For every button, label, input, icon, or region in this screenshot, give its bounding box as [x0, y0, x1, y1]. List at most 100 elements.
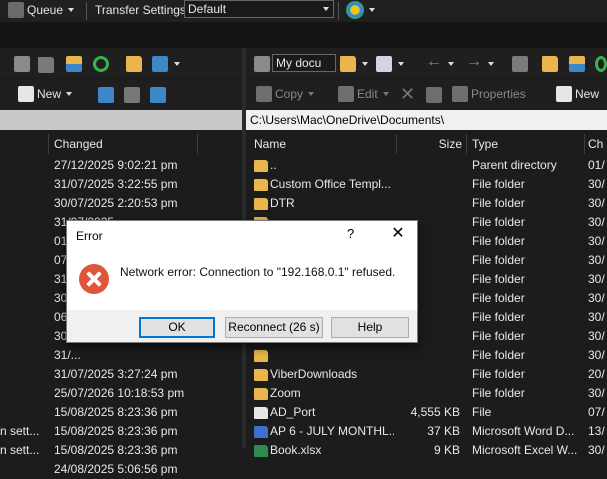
right-column-header: Name Size Type Ch [246, 134, 607, 154]
parent-directory-icon[interactable] [542, 56, 558, 72]
file-changed: 01/ [588, 158, 605, 172]
filter-icon[interactable] [14, 56, 30, 72]
type-column-header[interactable]: Type [472, 134, 498, 154]
home-icon[interactable] [66, 56, 82, 72]
ok-button[interactable]: OK [139, 317, 215, 338]
excel-doc-icon [254, 445, 268, 457]
file-changed: 15/08/2025 8:23:36 pm [54, 443, 178, 457]
new-file-icon [556, 86, 572, 102]
table-row[interactable]: Custom Office Templ... File folder 30/ [246, 175, 607, 194]
add-icon[interactable] [98, 87, 114, 103]
transfer-settings-label: Transfer Settings [95, 3, 186, 17]
properties-button[interactable]: Properties [452, 86, 526, 102]
table-row[interactable]: Zoom File folder 30/ [246, 384, 607, 403]
size-column-header[interactable]: Size [396, 134, 462, 154]
table-row[interactable]: 15/08/2025 8:23:36 pm [0, 403, 242, 422]
find-files-icon[interactable] [126, 56, 142, 72]
table-row[interactable]: n sett... 15/08/2025 8:23:36 pm [0, 422, 242, 441]
sync-browsing-button[interactable] [346, 1, 375, 19]
edit-button[interactable]: Edit [338, 86, 389, 102]
table-row[interactable]: Book.xlsx 9 KB Microsoft Excel W... 30/ [246, 441, 607, 460]
table-row[interactable]: .. Parent directory 01/ [246, 156, 607, 175]
file-name: Book.xlsx [270, 443, 322, 457]
file-type: File folder [472, 367, 525, 381]
right-path-bar[interactable]: C:\Users\Mac\OneDrive\Documents\ [246, 110, 607, 130]
file-changed: 30/ [588, 386, 605, 400]
help-icon[interactable]: ? [347, 226, 354, 241]
open-folder-icon[interactable] [340, 56, 356, 72]
new-button[interactable]: New [18, 86, 73, 102]
copy-button[interactable]: Copy [256, 86, 315, 102]
table-row[interactable]: 30/07/2025 2:20:53 pm [0, 194, 242, 213]
file-changed: 27/12/2025 9:02:21 pm [54, 158, 178, 172]
edit-icon [338, 86, 354, 102]
folder-select-value: My docu [276, 56, 322, 70]
transfer-settings-value: Default [188, 2, 227, 16]
transfer-settings-select[interactable]: Default [184, 0, 334, 18]
file-changed: 30/ [588, 443, 605, 457]
left-path-bar[interactable] [0, 110, 242, 130]
rename-icon[interactable] [426, 87, 442, 103]
chevron-down-icon [448, 62, 454, 66]
table-row[interactable]: File folder 30/ [246, 346, 607, 365]
view-icon[interactable] [152, 56, 168, 72]
table-row[interactable]: AP 6 - JULY MONTHL... 37 KB Microsoft Word… [246, 422, 607, 441]
table-row[interactable]: 27/12/2025 9:02:21 pm [0, 156, 242, 175]
folder-icon [254, 198, 268, 210]
table-row[interactable]: 31/07/2025 3:27:24 pm [0, 365, 242, 384]
file-name: n sett... [0, 443, 40, 457]
chevron-down-icon [68, 8, 75, 12]
table-row[interactable]: n sett... 15/08/2025 8:23:36 pm [0, 441, 242, 460]
back-arrow-icon[interactable]: ← [426, 53, 442, 71]
refresh-icon[interactable] [595, 56, 607, 72]
table-row[interactable]: AD_Port 4,555 KB File 07/ [246, 403, 607, 422]
folder-icon [254, 369, 268, 381]
file-type: File [472, 405, 492, 419]
file-type: File folder [472, 215, 525, 229]
forward-arrow-icon[interactable]: → [466, 53, 482, 71]
remove-icon[interactable] [124, 87, 140, 103]
table-row[interactable]: 24/08/2025 5:06:56 pm [0, 460, 242, 479]
queue-button[interactable]: Queue [8, 2, 75, 18]
file-type: Microsoft Excel W... [472, 443, 578, 457]
filter-funnel-icon[interactable] [150, 87, 166, 103]
file-changed: 30/ [588, 253, 605, 267]
error-dialog: Error ? ✕ Network error: Connection to "… [66, 220, 418, 343]
name-column-header[interactable]: Name [254, 134, 286, 154]
parent-directory-icon[interactable] [38, 57, 54, 73]
root-directory-icon[interactable] [512, 56, 528, 72]
file-type: Parent directory [472, 158, 557, 172]
file-changed: 30/ [588, 177, 605, 191]
file-type: Microsoft Word D... [472, 424, 575, 438]
new-button[interactable]: New [556, 86, 599, 102]
delete-icon[interactable]: ✕ [400, 84, 415, 105]
table-row[interactable]: ViberDownloads File folder 20/ [246, 365, 607, 384]
table-row[interactable]: 31/07/2025 3:22:55 pm [0, 175, 242, 194]
left-file-toolbar: New [0, 80, 242, 110]
queue-label: Queue [27, 3, 64, 17]
home-icon[interactable] [569, 56, 585, 72]
changed-column-header[interactable]: Ch [588, 134, 603, 154]
file-changed: 30/ [588, 234, 605, 248]
reconnect-button[interactable]: Reconnect (26 s) [225, 317, 323, 338]
filter-icon[interactable] [376, 56, 392, 72]
file-changed: 24/08/2025 5:06:56 pm [54, 462, 178, 476]
refresh-icon[interactable] [93, 56, 109, 72]
word-doc-icon [254, 426, 268, 438]
file-name: n sett... [0, 424, 40, 438]
folder-select[interactable]: My docu [272, 54, 336, 72]
help-button[interactable]: Help [331, 317, 409, 338]
file-name: AD_Port [270, 405, 316, 419]
changed-column-header[interactable]: Changed [54, 134, 103, 154]
table-row[interactable]: 25/07/2026 10:18:53 pm [0, 384, 242, 403]
file-changed: 30/ [588, 215, 605, 229]
close-icon[interactable]: ✕ [387, 224, 409, 244]
chevron-down-icon [369, 8, 375, 12]
table-row[interactable]: DTR File folder 30/ [246, 194, 607, 213]
chevron-down-icon [308, 92, 315, 96]
table-row[interactable]: 31/... [0, 346, 242, 365]
column-separator [466, 134, 467, 154]
file-type: File folder [472, 196, 525, 210]
file-type: File folder [472, 253, 525, 267]
chevron-down-icon [398, 62, 404, 66]
